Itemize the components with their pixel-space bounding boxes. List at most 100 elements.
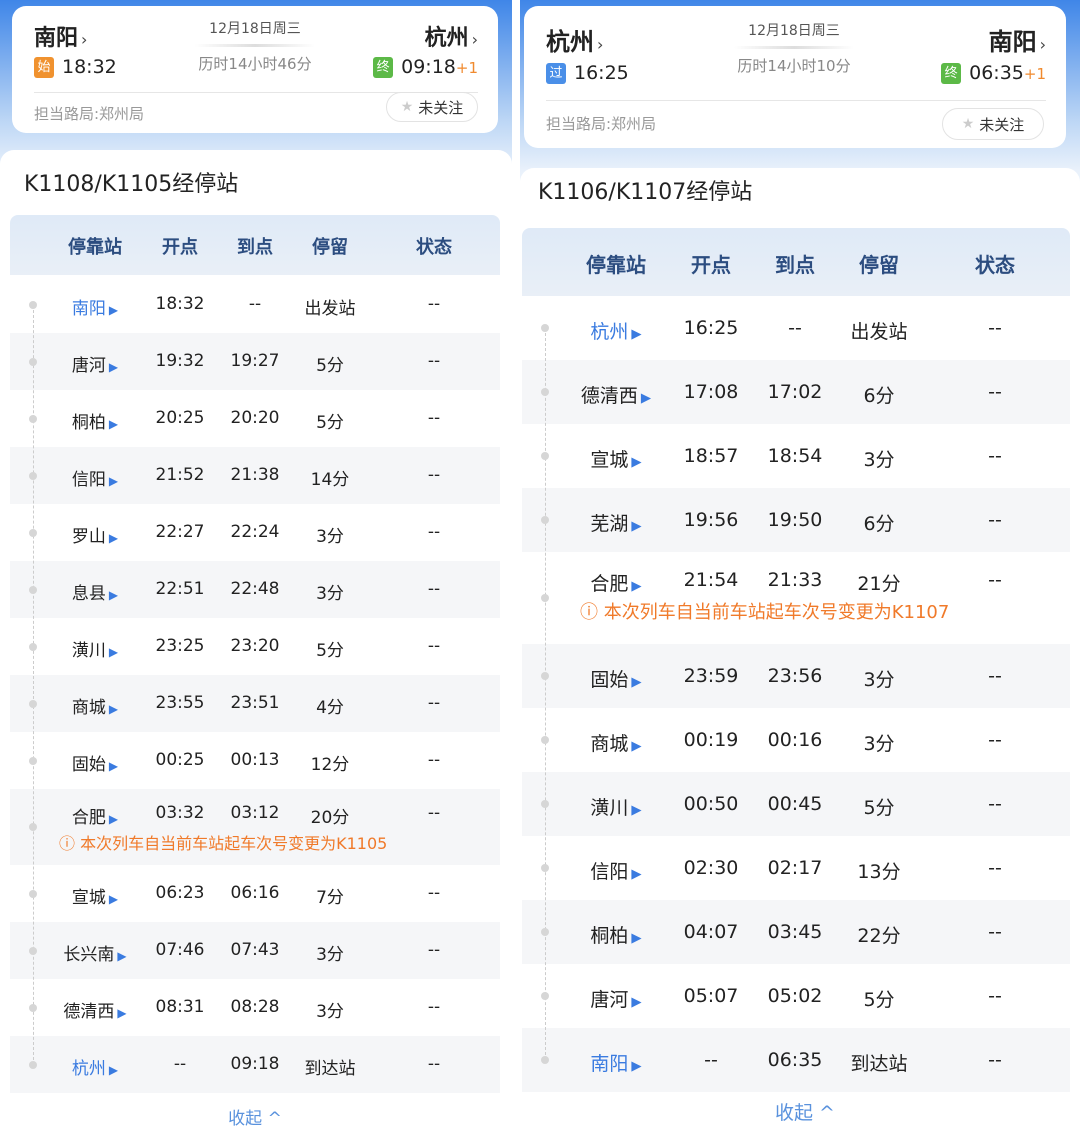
column-header: 停留 (859, 253, 899, 277)
table-row[interactable]: 商城 ▶ 00:19 00:16 3分 -- (522, 708, 1070, 772)
follow-button[interactable]: ★ 未关注 (386, 92, 478, 122)
cell-arr: 23:20 (230, 636, 280, 657)
table-row[interactable]: 桐柏 ▶ 20:25 20:20 5分 -- (10, 390, 500, 447)
departure-time-value: 16:25 (574, 62, 629, 84)
cell-arr: 21:38 (230, 465, 280, 486)
station-link[interactable]: 德清西 ▶ (63, 997, 126, 1022)
table-row[interactable]: 唐河 ▶ 19:32 19:27 5分 -- (10, 333, 500, 390)
table-row[interactable]: 潢川 ▶ 23:25 23:20 5分 -- (10, 618, 500, 675)
station-link[interactable]: 德清西 ▶ (581, 381, 651, 408)
follow-label: 未关注 (979, 115, 1025, 134)
table-row[interactable]: 南阳 ▶ 18:32 -- 出发站 -- (10, 276, 500, 333)
table-row[interactable]: 德清西 ▶ 08:31 08:28 3分 -- (10, 979, 500, 1036)
table-row[interactable]: 罗山 ▶ 22:27 22:24 3分 -- (10, 504, 500, 561)
column-header: 到点 (237, 237, 273, 259)
station-link[interactable]: 商城 ▶ (72, 693, 118, 718)
station-link[interactable]: 宣城 ▶ (590, 445, 641, 472)
station-link[interactable]: 芜湖 ▶ (590, 509, 641, 536)
journey-info: 12月18日周三 历时14小时46分 (195, 18, 315, 74)
timeline-dot (541, 992, 549, 1000)
table-row[interactable]: 南阳 ▶ -- 06:35 到达站 -- (522, 1028, 1070, 1092)
station-link[interactable]: 桐柏 ▶ (590, 921, 641, 948)
timeline-dot (541, 928, 549, 936)
station-name: 信阳 (590, 860, 629, 883)
station-link[interactable]: 长兴南 ▶ (63, 940, 126, 965)
station-link[interactable]: 商城 ▶ (590, 729, 641, 756)
station-link[interactable]: 桐柏 ▶ (72, 408, 118, 433)
station-name: 南阳 (590, 1052, 629, 1075)
triangle-right-icon: ▶ (117, 949, 127, 964)
cell-status: -- (988, 856, 1002, 879)
cell-dep: 06:23 (155, 883, 205, 904)
departure-badge: 过 (546, 62, 566, 84)
station-link[interactable]: 合肥 ▶ (72, 803, 118, 828)
station-link[interactable]: 杭州 ▶ (72, 1054, 118, 1079)
table-row[interactable]: 固始 ▶ 00:25 00:13 12分 -- (10, 732, 500, 789)
cell-stay: 出发站 (850, 320, 908, 343)
train-number-change-notice: ⓘ 本次列车自当前车站起车次号变更为K1107 (580, 601, 950, 623)
destination-city[interactable]: 杭州 › (425, 20, 478, 52)
station-link[interactable]: 南阳 ▶ (72, 294, 118, 319)
table-row[interactable]: 潢川 ▶ 00:50 00:45 5分 -- (522, 772, 1070, 836)
station-link[interactable]: 罗山 ▶ (72, 522, 118, 547)
station-link[interactable]: 唐河 ▶ (72, 351, 118, 376)
station-link[interactable]: 固始 ▶ (72, 750, 118, 775)
table-row[interactable]: 杭州 ▶ 16:25 -- 出发站 -- (522, 296, 1070, 360)
triangle-right-icon: ▶ (631, 994, 642, 1010)
table-row[interactable]: 长兴南 ▶ 07:46 07:43 3分 -- (10, 922, 500, 979)
station-link[interactable]: 杭州 ▶ (590, 317, 641, 344)
destination-city[interactable]: 南阳 › (989, 22, 1046, 57)
table-row[interactable]: 信阳 ▶ 02:30 02:17 13分 -- (522, 836, 1070, 900)
timeline-dot (541, 736, 549, 744)
table-row[interactable]: 杭州 ▶ -- 09:18 到达站 -- (10, 1036, 500, 1093)
cell-status: -- (988, 380, 1002, 403)
collapse-button[interactable]: 收起 ^ (228, 1104, 282, 1129)
station-link[interactable]: 南阳 ▶ (590, 1049, 641, 1076)
triangle-right-icon: ▶ (631, 930, 642, 946)
departure-time: 过 16:25 (546, 62, 629, 84)
table-row[interactable]: 息县 ▶ 22:51 22:48 3分 -- (10, 561, 500, 618)
station-link[interactable]: 潢川 ▶ (590, 793, 641, 820)
station-link[interactable]: 潢川 ▶ (72, 636, 118, 661)
station-link[interactable]: 信阳 ▶ (590, 857, 641, 884)
origin-city[interactable]: 南阳 › (34, 20, 87, 52)
cell-arr: 07:43 (230, 940, 280, 961)
destination-city-name: 杭州 (424, 26, 469, 51)
table-row[interactable]: 信阳 ▶ 21:52 21:38 14分 -- (10, 447, 500, 504)
cell-stay: 3分 (316, 1002, 344, 1023)
cell-dep: 23:59 (683, 664, 739, 687)
table-row[interactable]: 桐柏 ▶ 04:07 03:45 22分 -- (522, 900, 1070, 964)
travel-date: 12月18日周三 (209, 21, 301, 37)
station-link[interactable]: 宣城 ▶ (72, 883, 118, 908)
cell-stay: 5分 (316, 413, 344, 434)
column-header: 开点 (162, 237, 198, 259)
station-name: 信阳 (71, 470, 106, 491)
origin-city[interactable]: 杭州 › (546, 22, 603, 57)
origin-city-name: 杭州 (546, 28, 594, 56)
table-row[interactable]: 商城 ▶ 23:55 23:51 4分 -- (10, 675, 500, 732)
station-link[interactable]: 唐河 ▶ (590, 985, 641, 1012)
table-row[interactable]: 芜湖 ▶ 19:56 19:50 6分 -- (522, 488, 1070, 552)
station-link[interactable]: 固始 ▶ (590, 665, 641, 692)
table-row[interactable]: 宣城 ▶ 06:23 06:16 7分 -- (10, 865, 500, 922)
table-row[interactable]: 固始 ▶ 23:59 23:56 3分 -- (522, 644, 1070, 708)
station-link[interactable]: 信阳 ▶ (72, 465, 118, 490)
table-row[interactable]: 宣城 ▶ 18:57 18:54 3分 -- (522, 424, 1070, 488)
collapse-button[interactable]: 收起 ^ (775, 1098, 835, 1125)
timeline-dot (29, 585, 37, 594)
station-link[interactable]: 合肥 ▶ (590, 569, 641, 596)
stops-title: K1108/K1105经停站 (24, 172, 239, 197)
table-row[interactable]: 唐河 ▶ 05:07 05:02 5分 -- (522, 964, 1070, 1028)
cell-arr: 03:12 (230, 803, 280, 824)
cell-stay: 5分 (316, 356, 344, 377)
station-name: 固始 (71, 755, 106, 776)
table-row[interactable]: 德清西 ▶ 17:08 17:02 6分 -- (522, 360, 1070, 424)
cell-stay: 3分 (863, 448, 895, 471)
cell-arr: 18:54 (767, 444, 823, 467)
follow-button[interactable]: ★ 未关注 (942, 108, 1044, 140)
table-row[interactable]: 合肥 ▶ 03:32 03:12 20分 -- ⓘ 本次列车自当前车站起车次号变更为K110… (10, 789, 500, 865)
cell-stay: 5分 (863, 796, 895, 819)
table-row[interactable]: 合肥 ▶ 21:54 21:33 21分 -- ⓘ 本次列车自当前车站起车次号变更为K110… (522, 552, 1070, 644)
triangle-right-icon: ▶ (108, 702, 119, 717)
station-link[interactable]: 息县 ▶ (72, 579, 118, 604)
